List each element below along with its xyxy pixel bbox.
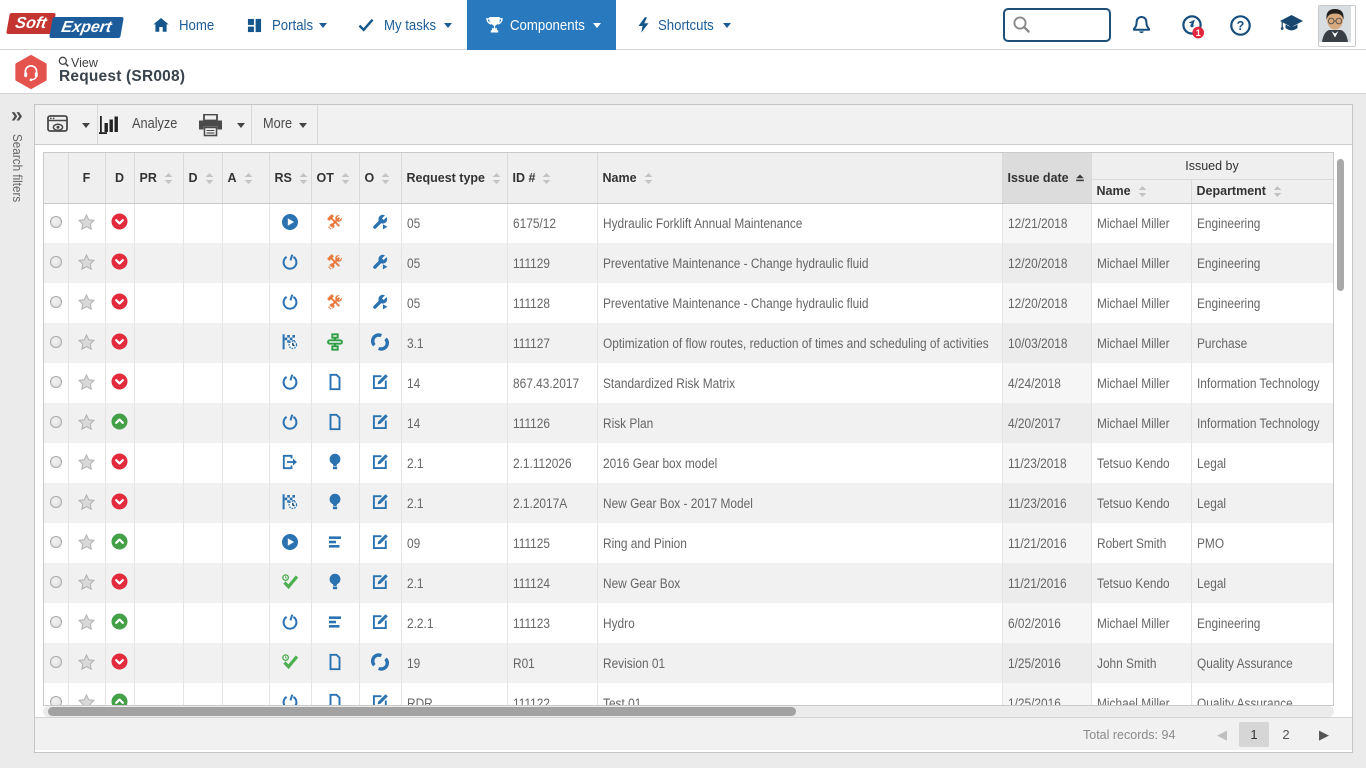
- svg-text:?: ?: [1237, 19, 1245, 33]
- svg-text:1: 1: [1196, 28, 1201, 38]
